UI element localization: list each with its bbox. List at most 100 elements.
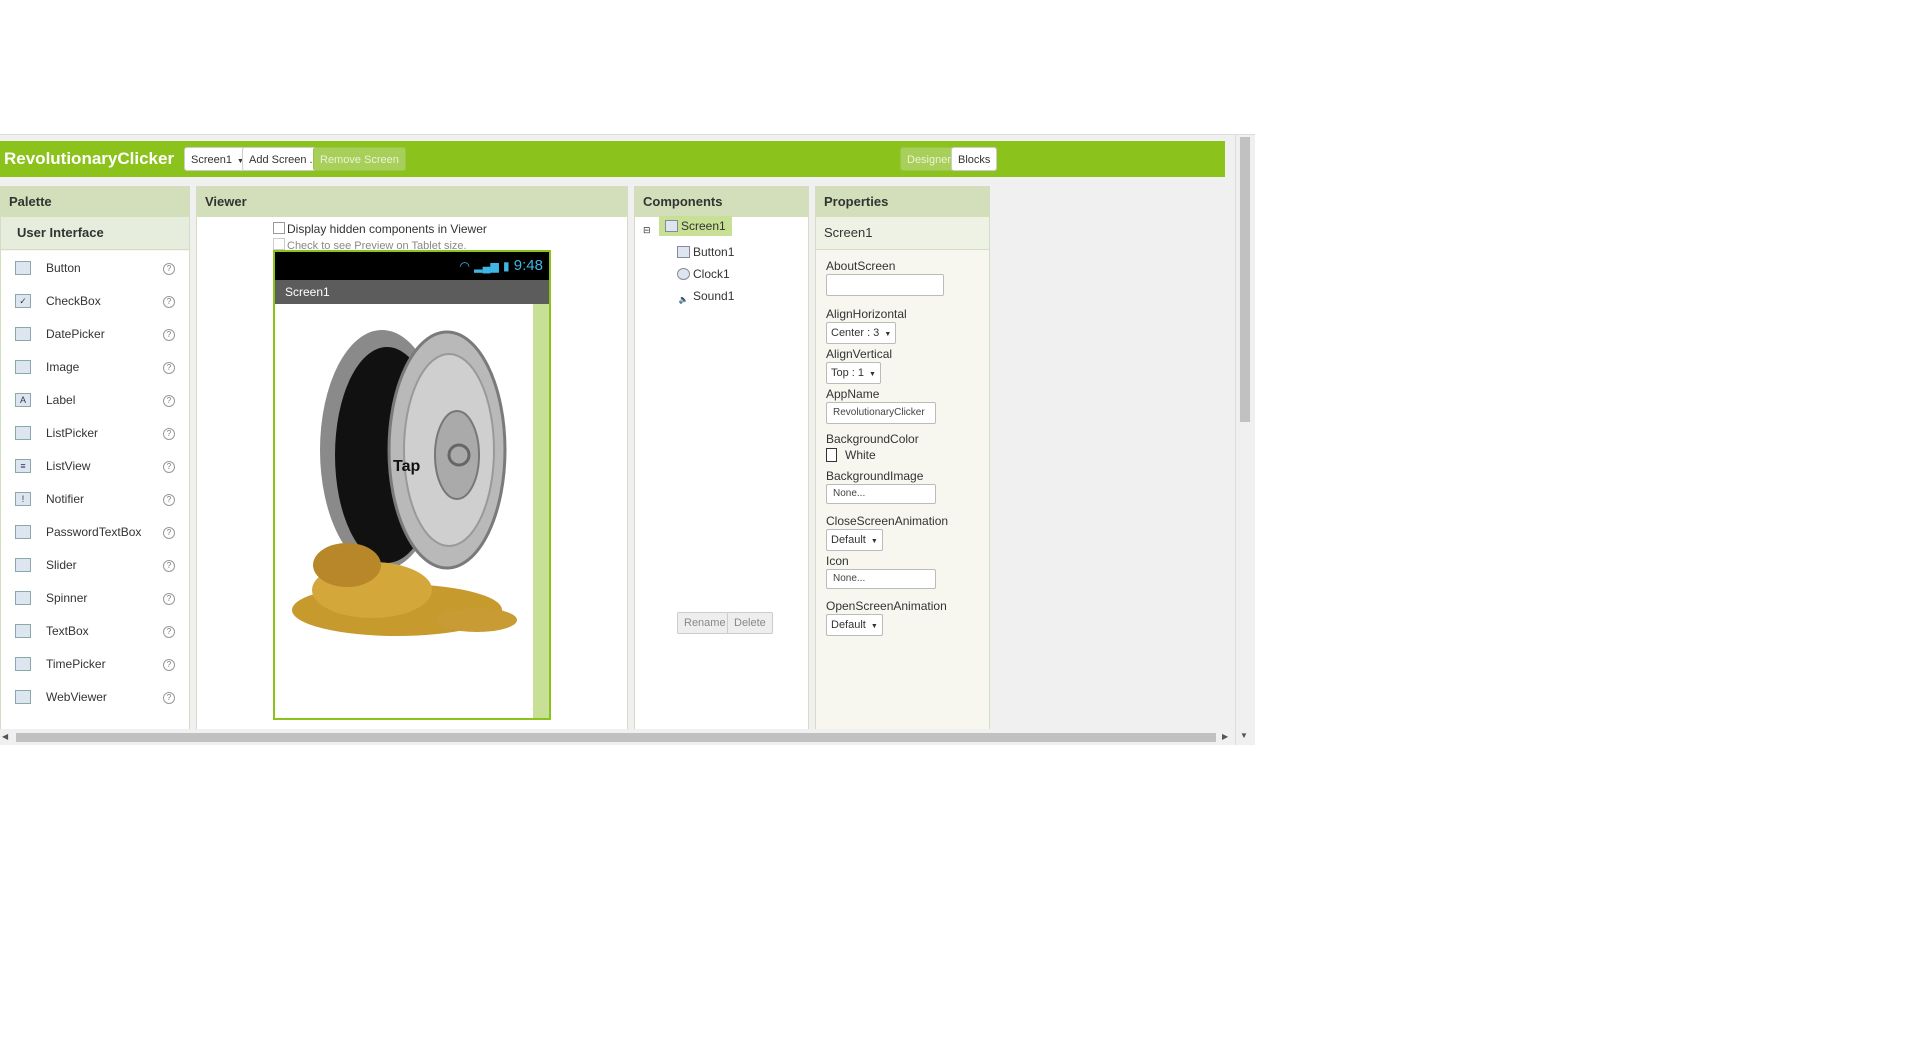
wifi-icon: ◠ bbox=[459, 259, 470, 273]
horizontal-scrollbar-thumb[interactable] bbox=[16, 733, 1216, 742]
scroll-left-icon[interactable]: ◀ bbox=[2, 732, 8, 741]
palette-item-listpicker[interactable]: ListPicker? bbox=[1, 416, 189, 449]
tap-button[interactable]: Tap bbox=[393, 458, 420, 476]
help-icon[interactable]: ? bbox=[163, 593, 175, 605]
app-name-input[interactable]: RevolutionaryClicker bbox=[826, 402, 936, 424]
chevron-down-icon: ▼ bbox=[884, 331, 892, 338]
help-icon[interactable]: ? bbox=[163, 362, 175, 374]
phone-screen-title: Screen1 bbox=[275, 280, 549, 304]
help-icon[interactable]: ? bbox=[163, 659, 175, 671]
align-vertical-value: Top : 1 bbox=[831, 367, 865, 379]
phone-scroll-strip bbox=[533, 304, 549, 718]
palette-item-label: Slider bbox=[46, 558, 77, 572]
rename-button[interactable]: Rename bbox=[677, 612, 733, 634]
collapse-icon[interactable]: ⊟ bbox=[643, 225, 651, 236]
palette-item-passwordtextbox[interactable]: PasswordTextBox? bbox=[1, 515, 189, 548]
palette-item-label: Image bbox=[46, 360, 80, 374]
help-icon[interactable]: ? bbox=[163, 692, 175, 704]
designer-button[interactable]: Designer bbox=[900, 147, 959, 171]
about-screen-textarea[interactable] bbox=[826, 274, 944, 296]
tree-node-button1[interactable]: Button1 bbox=[677, 245, 734, 259]
palette-item-button[interactable]: Button? bbox=[1, 251, 189, 284]
close-screen-animation-value: Default bbox=[831, 534, 866, 546]
align-horizontal-select[interactable]: Center : 3 ▼ bbox=[826, 322, 897, 344]
battery-icon: ▮ bbox=[503, 259, 510, 273]
hidden-components-label: Display hidden components in Viewer bbox=[287, 222, 487, 236]
help-icon[interactable]: ? bbox=[163, 329, 175, 341]
image-icon bbox=[15, 360, 31, 374]
help-icon[interactable]: ? bbox=[163, 560, 175, 572]
help-icon[interactable]: ? bbox=[163, 461, 175, 473]
palette-item-label: Label bbox=[46, 393, 76, 407]
align-vertical-label: AlignVertical bbox=[826, 347, 893, 361]
palette-item-label[interactable]: A Label? bbox=[1, 383, 189, 416]
align-vertical-select[interactable]: Top : 1 ▼ bbox=[826, 362, 881, 384]
delete-button[interactable]: Delete bbox=[727, 612, 773, 634]
button-icon bbox=[677, 246, 690, 258]
tree-node-sound1[interactable]: 🔈 Sound1 bbox=[677, 289, 735, 307]
checkbox-icon: ✓ bbox=[15, 294, 31, 308]
help-icon[interactable]: ? bbox=[163, 527, 175, 539]
chevron-down-icon: ▼ bbox=[869, 371, 876, 378]
tree-node-screen1-label: Screen1 bbox=[681, 219, 726, 233]
palette-category-user-interface[interactable]: User Interface bbox=[1, 217, 189, 250]
help-icon[interactable]: ? bbox=[163, 263, 175, 275]
background-color-picker[interactable]: White bbox=[826, 448, 876, 462]
palette-item-checkbox[interactable]: ✓ CheckBox? bbox=[1, 284, 189, 317]
background-image-picker[interactable]: None... bbox=[826, 484, 936, 504]
background-color-value: White bbox=[845, 448, 876, 462]
tree-node-clock1[interactable]: Clock1 bbox=[677, 267, 730, 281]
notifier-icon: ! bbox=[15, 492, 31, 506]
icon-picker[interactable]: None... bbox=[826, 569, 936, 589]
open-screen-animation-select[interactable]: Default ▼ bbox=[826, 614, 883, 636]
scroll-right-icon[interactable]: ▶ bbox=[1222, 732, 1228, 741]
palette-item-label: PasswordTextBox bbox=[46, 525, 142, 539]
scroll-down-icon[interactable]: ▼ bbox=[1240, 731, 1248, 740]
align-horizontal-label: AlignHorizontal bbox=[826, 307, 907, 321]
palette-item-textbox[interactable]: TextBox? bbox=[1, 614, 189, 647]
vertical-scrollbar[interactable]: ▼ bbox=[1235, 135, 1254, 745]
palette-panel: Palette User Interface Button? ✓ CheckBox?… bbox=[0, 186, 190, 731]
palette-item-slider[interactable]: Slider? bbox=[1, 548, 189, 581]
tree-node-screen1[interactable]: Screen1 bbox=[659, 216, 732, 236]
palette-item-webviewer[interactable]: WebViewer? bbox=[1, 680, 189, 713]
palette-item-datepicker[interactable]: DatePicker? bbox=[1, 317, 189, 350]
icon-label: Icon bbox=[826, 554, 849, 568]
open-screen-animation-label: OpenScreenAnimation bbox=[826, 599, 947, 613]
tree-node-sound1-label: Sound1 bbox=[693, 289, 735, 303]
palette-item-label: Button bbox=[46, 261, 81, 275]
tablet-preview-checkbox[interactable] bbox=[273, 238, 285, 250]
app-inventor-designer: RevolutionaryClicker Screen1 ▼ Add Screen… bbox=[0, 134, 1255, 745]
signal-icon: ▂▄▆ bbox=[474, 261, 499, 273]
remove-screen-button[interactable]: Remove Screen bbox=[313, 147, 406, 171]
help-icon[interactable]: ? bbox=[163, 494, 175, 506]
palette-item-timepicker[interactable]: TimePicker? bbox=[1, 647, 189, 680]
hidden-components-checkbox[interactable] bbox=[273, 222, 285, 234]
palette-item-listview[interactable]: ≡ ListView? bbox=[1, 449, 189, 482]
horizontal-scrollbar[interactable]: ◀ ▶ bbox=[0, 729, 1235, 745]
help-icon[interactable]: ? bbox=[163, 626, 175, 638]
properties-component-name: Screen1 bbox=[816, 217, 989, 250]
project-title: RevolutionaryClicker bbox=[4, 149, 175, 168]
blocks-button[interactable]: Blocks bbox=[951, 147, 998, 171]
help-icon[interactable]: ? bbox=[163, 395, 175, 407]
palette-item-spinner[interactable]: Spinner? bbox=[1, 581, 189, 614]
palette-item-notifier[interactable]: ! Notifier? bbox=[1, 482, 189, 515]
properties-panel: Properties Screen1 AboutScreen AlignHori… bbox=[815, 186, 990, 731]
chevron-down-icon: ▼ bbox=[870, 538, 878, 545]
help-icon[interactable]: ? bbox=[163, 296, 175, 308]
help-icon[interactable]: ? bbox=[163, 428, 175, 440]
app-name-label: AppName bbox=[826, 387, 880, 401]
palette-item-label: Spinner bbox=[46, 591, 88, 605]
hidden-components-row[interactable]: Display hidden components in Viewer bbox=[273, 222, 487, 236]
background-color-label: BackgroundColor bbox=[826, 432, 919, 446]
palette-item-label: WebViewer bbox=[46, 690, 107, 704]
palette-item-image[interactable]: Image? bbox=[1, 350, 189, 383]
listview-icon: ≡ bbox=[15, 459, 31, 473]
tree-node-clock1-label: Clock1 bbox=[693, 267, 730, 281]
close-screen-animation-select[interactable]: Default ▼ bbox=[826, 529, 883, 551]
slider-icon bbox=[15, 558, 31, 572]
align-horizontal-value: Center : 3 bbox=[831, 327, 880, 339]
screen-select[interactable]: Screen1 ▼ bbox=[184, 147, 251, 171]
vertical-scrollbar-thumb[interactable] bbox=[1240, 137, 1250, 422]
